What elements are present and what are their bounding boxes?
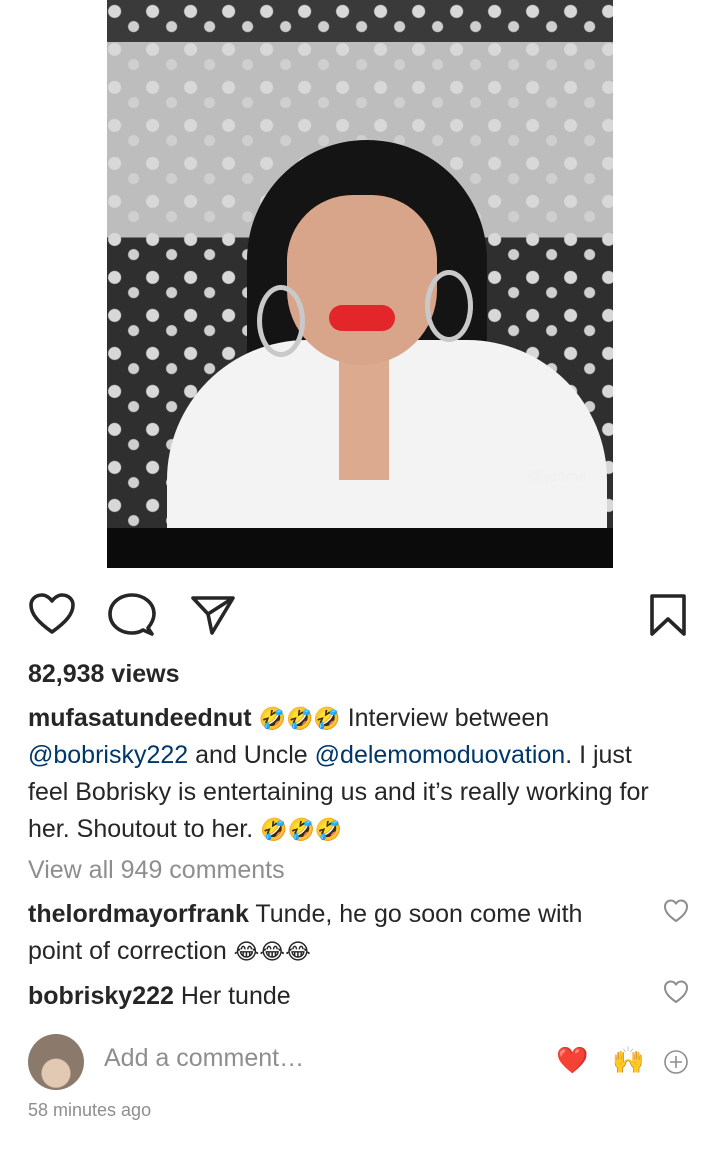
add-comment-input[interactable]: Add a comment… [104, 1044, 304, 1073]
caption-text-1: Interview between [340, 704, 550, 732]
quick-heart-emoji[interactable]: ❤️ [556, 1047, 588, 1073]
caption-emojis-tail: 🤣🤣🤣 [260, 817, 343, 842]
add-comment-row: Add a comment… ❤️ 🙌 [0, 1032, 720, 1092]
bookmark-icon[interactable] [648, 592, 688, 638]
comment-emojis: 😂😂😂 [233, 939, 311, 964]
comment-username[interactable]: bobrisky222 [28, 982, 174, 1010]
post-timestamp: 58 minutes ago [28, 1100, 152, 1120]
post-video[interactable]: @ijeoma [107, 0, 613, 568]
video-subject-face [287, 195, 437, 365]
comment-like-heart-icon[interactable] [663, 898, 689, 924]
paper-plane-icon[interactable] [190, 594, 236, 636]
speech-bubble-icon[interactable] [108, 592, 156, 638]
video-subject-neck [339, 350, 389, 480]
heart-outline-icon[interactable] [28, 592, 76, 636]
comment-text: Her tunde [173, 982, 291, 1010]
video-letterbox [107, 528, 613, 568]
mention-bobrisky[interactable]: @bobrisky222 [28, 741, 188, 769]
video-frame: @ijeoma [107, 0, 613, 540]
post-action-bar [0, 588, 720, 640]
video-subject-lips [329, 305, 395, 331]
views-count[interactable]: 82,938 views [28, 660, 180, 689]
comment-like-heart-icon[interactable] [663, 979, 689, 1005]
view-all-comments-link[interactable]: View all 949 comments [28, 856, 285, 885]
mention-delemomodu[interactable]: @delemomoduovation [315, 741, 566, 769]
avatar[interactable] [28, 1034, 84, 1090]
earring-right [425, 270, 473, 342]
caption-text-2: and Uncle [188, 741, 315, 769]
caption-emojis-lead: 🤣🤣🤣 [258, 706, 341, 731]
earring-left [257, 285, 305, 357]
quick-raised-hands-emoji[interactable]: 🙌 [612, 1047, 644, 1073]
comment-item: bobrisky222 Her tunde [28, 978, 638, 1015]
post-caption: mufasatundeednut 🤣🤣🤣 Interview between @… [28, 700, 678, 848]
plus-circle-icon[interactable] [663, 1049, 689, 1075]
comment-item: thelordmayorfrank Tunde, he go soon come… [28, 896, 638, 970]
video-watermark: @ijeoma [527, 468, 587, 485]
caption-author[interactable]: mufasatundeednut [28, 704, 252, 732]
comment-username[interactable]: thelordmayorfrank [28, 900, 249, 928]
